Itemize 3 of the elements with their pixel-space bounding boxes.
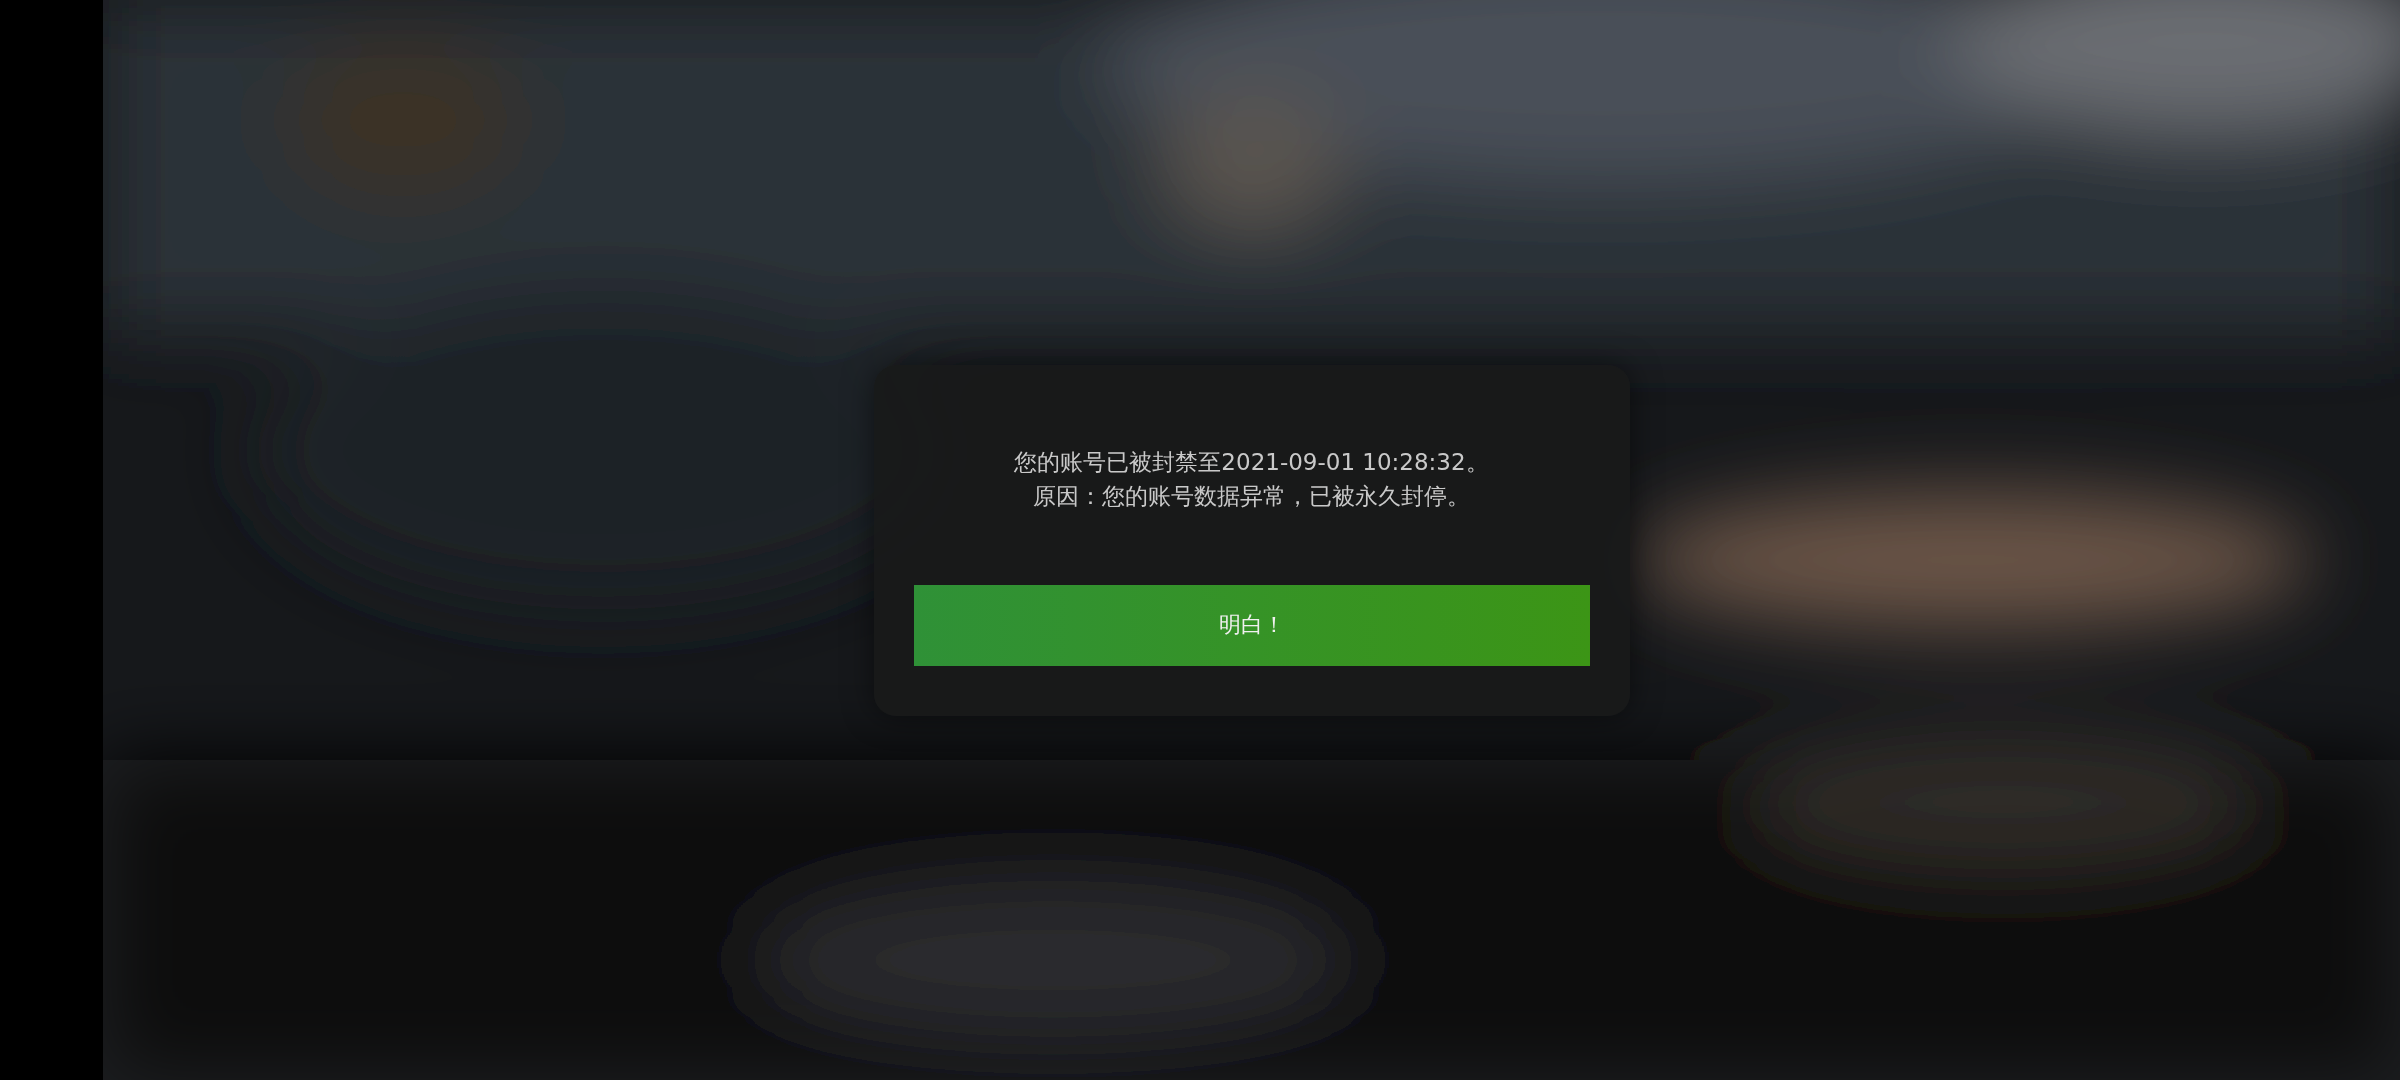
confirm-button[interactable]: 明白！ xyxy=(913,584,1590,666)
message-text: 您的账号已被封禁至2021-09-01 10:28:32。 xyxy=(1014,447,1489,477)
message-text: 原因：您的账号数据异常，已被永久封停。 xyxy=(1033,481,1470,511)
